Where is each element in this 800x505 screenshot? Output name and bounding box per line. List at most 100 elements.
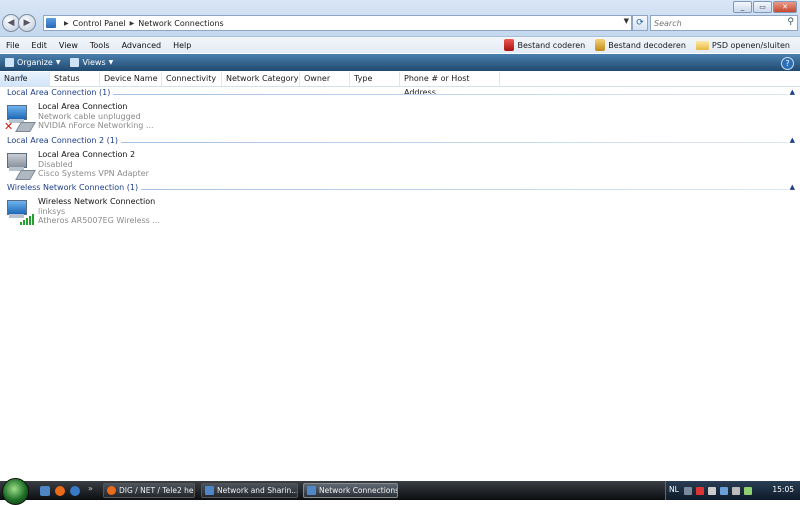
quicklaunch-overflow-icon[interactable]: »: [88, 484, 93, 493]
menu-edit[interactable]: Edit: [25, 41, 53, 50]
wired-disconnected-icon: ✕: [3, 102, 36, 133]
connection-device: Atheros AR5007EG Wireless ...: [38, 216, 161, 225]
connection-device: Cisco Systems VPN Adapter: [38, 169, 149, 178]
views-label: Views: [82, 58, 106, 67]
organize-button[interactable]: Organize ▼: [0, 58, 65, 67]
views-button[interactable]: Views ▼: [65, 58, 118, 67]
column-type[interactable]: Type: [350, 72, 400, 86]
connection-status: Network cable unplugged: [38, 111, 141, 121]
list-item-local-area-connection[interactable]: ✕ Local Area Connection Network cable un…: [3, 102, 193, 133]
address-bar-region: _ ▭ ✕ ◀ ▶ ▶ Control Panel ▶ Network Conn…: [0, 0, 800, 37]
search-icon[interactable]: ⚲: [787, 17, 794, 27]
address-field[interactable]: ▶ Control Panel ▶ Network Connections ▼: [43, 15, 632, 31]
psd-toggle-button[interactable]: PSD openen/sluiten: [695, 40, 790, 50]
connection-status: linksys: [38, 206, 66, 216]
collapse-icon[interactable]: ▲: [790, 88, 795, 96]
group-header[interactable]: Wireless Network Connection (1) ▲: [0, 183, 800, 195]
collapse-icon[interactable]: ▲: [790, 183, 795, 191]
connection-name: Wireless Network Connection: [38, 197, 156, 206]
psd-toggle-label: PSD openen/sluiten: [711, 40, 790, 50]
task-label: Network and Sharin...: [217, 486, 298, 495]
taskbar-item-browser[interactable]: DIG / NET / Tele2 he...: [103, 483, 195, 498]
language-indicator[interactable]: NL: [669, 485, 679, 494]
group-title: Wireless Network Connection (1): [7, 183, 142, 192]
breadcrumb-network-connections[interactable]: Network Connections: [138, 19, 223, 28]
menu-help[interactable]: Help: [167, 41, 197, 50]
group-title: Local Area Connection (1): [7, 88, 114, 97]
connection-name: Local Area Connection 2: [38, 150, 136, 159]
refresh-button[interactable]: ⟳: [632, 15, 648, 31]
maximize-button[interactable]: ▭: [753, 1, 772, 13]
firefox-icon[interactable]: [55, 486, 65, 496]
volume-icon[interactable]: [732, 487, 740, 495]
command-toolbar: Organize ▼ Views ▼ ?: [0, 54, 800, 71]
connection-name: Local Area Connection: [38, 102, 128, 111]
network-connections-icon: [307, 486, 316, 495]
menu-bar: File Edit View Tools Advanced Help Besta…: [0, 37, 800, 53]
forward-button[interactable]: ▶: [18, 14, 36, 32]
collapse-icon[interactable]: ▲: [790, 136, 795, 144]
help-icon[interactable]: ?: [781, 57, 794, 70]
decode-file-label: Bestand decoderen: [608, 40, 686, 50]
tray-app-icon[interactable]: [708, 487, 716, 495]
organize-icon: [5, 58, 14, 67]
signal-strength-icon: [20, 214, 34, 225]
taskbar-item-network-sharing[interactable]: Network and Sharin...: [201, 483, 298, 498]
network-tray-icon[interactable]: [720, 487, 728, 495]
folder-icon: [695, 40, 709, 50]
column-owner[interactable]: Owner: [300, 72, 350, 86]
search-input[interactable]: [651, 16, 783, 30]
column-phone-host[interactable]: Phone # or Host Address: [400, 72, 500, 97]
wireless-connected-icon: [3, 197, 35, 227]
menu-advanced[interactable]: Advanced: [116, 41, 168, 50]
encode-file-button[interactable]: Bestand coderen: [504, 39, 585, 51]
clock[interactable]: 15:05: [772, 485, 794, 494]
connection-device: NVIDIA nForce Networking ...: [38, 121, 154, 130]
menu-extra-actions: Bestand coderen Bestand decoderen PSD op…: [504, 37, 790, 53]
column-status[interactable]: Status: [50, 72, 100, 86]
views-icon: [70, 58, 80, 67]
menu-tools[interactable]: Tools: [84, 41, 116, 50]
task-label: DIG / NET / Tele2 he...: [119, 486, 195, 495]
close-button[interactable]: ✕: [773, 1, 797, 13]
unlock-icon: [595, 39, 606, 51]
menu-file[interactable]: File: [0, 41, 25, 50]
browser-icon[interactable]: [70, 486, 80, 496]
list-item-local-area-connection-2[interactable]: Local Area Connection 2 Disabled Cisco S…: [3, 150, 193, 180]
breadcrumb-control-panel[interactable]: Control Panel: [73, 19, 126, 28]
list-item-wireless-network-connection[interactable]: Wireless Network Connection linksys Athe…: [3, 197, 193, 227]
minimize-button[interactable]: _: [733, 1, 752, 13]
group-header[interactable]: Local Area Connection (1) ▲: [0, 88, 800, 100]
group-header[interactable]: Local Area Connection 2 (1) ▲: [0, 136, 800, 148]
group-divider: [7, 142, 788, 143]
decode-file-button[interactable]: Bestand decoderen: [595, 39, 686, 51]
breadcrumb-separator-icon[interactable]: ▶: [64, 20, 69, 27]
menu-view[interactable]: View: [53, 41, 84, 50]
firefox-icon: [107, 486, 116, 495]
address-dropdown-icon[interactable]: ▼: [624, 17, 629, 25]
lock-icon: [504, 39, 515, 51]
window-controls: _ ▭ ✕: [733, 1, 797, 13]
power-icon[interactable]: [744, 487, 752, 495]
keyboard-icon[interactable]: [684, 487, 692, 495]
column-connectivity[interactable]: Connectivity: [162, 72, 222, 86]
organize-label: Organize: [17, 58, 53, 67]
column-name[interactable]: Name ▲: [0, 72, 50, 86]
group-title: Local Area Connection 2 (1): [7, 136, 122, 145]
chevron-down-icon: ▼: [55, 59, 61, 66]
antivirus-icon[interactable]: [696, 487, 704, 495]
group-divider: [7, 94, 788, 95]
column-network-category[interactable]: Network Category: [222, 72, 300, 86]
system-tray: NL 15:05: [665, 481, 800, 500]
encode-file-label: Bestand coderen: [517, 40, 586, 50]
show-desktop-icon[interactable]: [40, 486, 50, 496]
breadcrumb-separator-icon[interactable]: ▶: [130, 20, 135, 27]
start-button[interactable]: [2, 478, 29, 505]
column-header-row: Name ▲ Status Device Name Connectivity N…: [0, 72, 800, 97]
taskbar-item-network-connections[interactable]: Network Connections: [303, 483, 398, 498]
chevron-down-icon: ▼: [108, 59, 114, 66]
column-device-name[interactable]: Device Name: [100, 72, 162, 86]
task-label: Network Connections: [319, 486, 398, 495]
sort-ascending-icon: ▲: [20, 73, 24, 79]
column-name-label: Name: [4, 74, 28, 83]
